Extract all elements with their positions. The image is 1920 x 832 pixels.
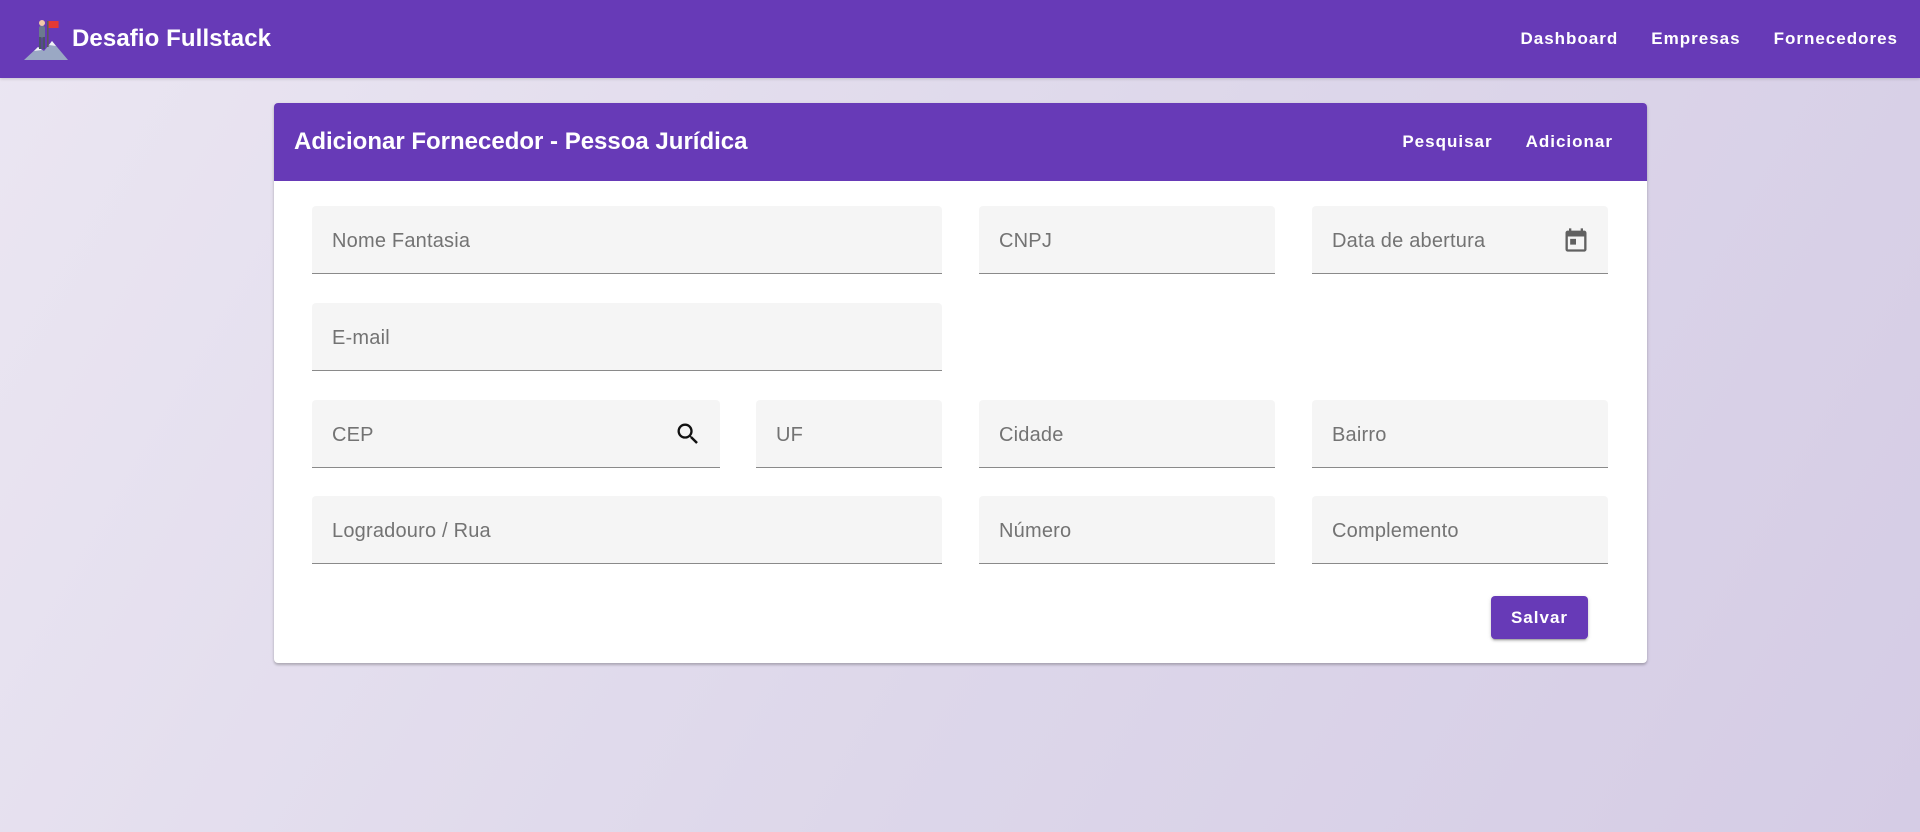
bairro-label: Bairro xyxy=(1332,424,1387,446)
search-action[interactable]: Pesquisar xyxy=(1402,132,1492,152)
bairro-field[interactable]: Bairro xyxy=(1312,400,1608,468)
card-title: Adicionar Fornecedor - Pessoa Jurídica xyxy=(294,128,748,155)
logradouro-field[interactable]: Logradouro / Rua xyxy=(312,496,942,564)
complemento-field[interactable]: Complemento xyxy=(1312,496,1608,564)
app-title: Desafio Fullstack xyxy=(72,25,272,52)
brand[interactable]: Desafio Fullstack xyxy=(22,17,271,61)
save-button[interactable]: Salvar xyxy=(1491,596,1588,639)
complemento-label: Complemento xyxy=(1332,520,1459,542)
nav-dashboard[interactable]: Dashboard xyxy=(1520,29,1618,49)
nav-empresas[interactable]: Empresas xyxy=(1651,29,1740,49)
data-abertura-label: Data de abertura xyxy=(1332,230,1486,252)
cidade-label: Cidade xyxy=(999,424,1064,446)
email-field[interactable]: E-mail xyxy=(312,303,942,371)
numero-label: Número xyxy=(999,520,1072,542)
email-label: E-mail xyxy=(332,327,390,349)
search-icon[interactable] xyxy=(674,420,702,448)
cnpj-field[interactable]: CNPJ xyxy=(979,206,1275,274)
logo-icon xyxy=(24,20,68,60)
cnpj-label: CNPJ xyxy=(999,230,1053,252)
nav-fornecedores[interactable]: Fornecedores xyxy=(1774,29,1898,49)
add-action[interactable]: Adicionar xyxy=(1526,132,1613,152)
uf-label: UF xyxy=(776,424,804,446)
logradouro-label: Logradouro / Rua xyxy=(332,520,491,542)
card-header: Adicionar Fornecedor - Pessoa Jurídica P… xyxy=(274,103,1647,181)
cidade-field[interactable]: Cidade xyxy=(979,400,1275,468)
calendar-icon[interactable] xyxy=(1562,226,1590,254)
uf-field[interactable]: UF xyxy=(756,400,942,468)
top-toolbar: Desafio Fullstack Dashboard Empresas For… xyxy=(0,0,1920,78)
main-nav: Dashboard Empresas Fornecedores xyxy=(1487,29,1898,49)
cep-label: CEP xyxy=(332,424,374,446)
numero-field[interactable]: Número xyxy=(979,496,1275,564)
nome-fantasia-label: Nome Fantasia xyxy=(332,230,471,252)
cep-field[interactable]: CEP xyxy=(312,400,720,468)
supplier-form-card: Adicionar Fornecedor - Pessoa Jurídica P… xyxy=(274,103,1647,663)
nome-fantasia-field[interactable]: Nome Fantasia xyxy=(312,206,942,274)
data-abertura-field[interactable]: Data de abertura xyxy=(1312,206,1608,274)
